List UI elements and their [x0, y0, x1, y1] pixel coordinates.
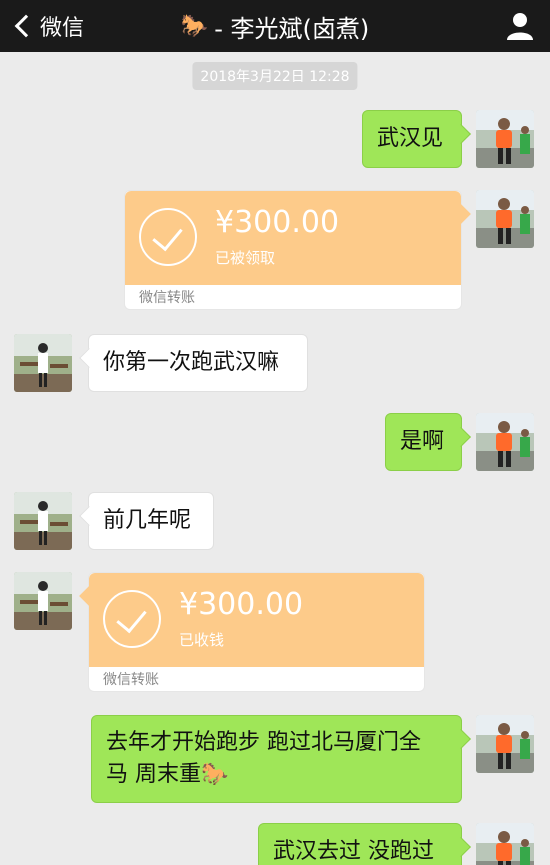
transfer-status: 已被领取 — [215, 249, 276, 267]
message-text: 武汉见 — [377, 126, 444, 152]
avatar-image — [476, 715, 534, 773]
self-avatar[interactable] — [476, 110, 534, 168]
chat-title: 🐎 - 李光斌(卤煮) — [0, 0, 550, 52]
horse-emoji: 🐎 — [180, 13, 209, 39]
friend-avatar[interactable] — [14, 492, 72, 550]
avatar-image — [476, 190, 534, 248]
avatar-image — [476, 823, 534, 865]
avatar-image — [14, 572, 72, 630]
avatar-image — [14, 334, 72, 392]
transfer-footer: 微信转账 — [103, 672, 159, 688]
message-bubble[interactable]: 你第一次跑武汉嘛 — [79, 334, 308, 392]
message-bubble[interactable]: 是啊 — [385, 413, 471, 471]
profile-button[interactable] — [504, 10, 536, 42]
friend-avatar[interactable] — [14, 572, 72, 630]
message-bubble[interactable]: 武汉见 — [362, 110, 471, 168]
person-icon — [507, 13, 533, 40]
self-avatar[interactable] — [476, 413, 534, 471]
message-bubble[interactable]: 去年才开始跑步 跑过北马厦门全 马 周末重🐎 — [91, 715, 471, 803]
self-avatar[interactable] — [476, 823, 534, 865]
transfer-card[interactable]: ¥300.00 已被领取 微信转账 — [124, 190, 471, 310]
message-text: 去年才开始跑步 跑过北马厦门全 马 周末重🐎 — [106, 727, 421, 791]
transfer-amount: ¥300.00 — [179, 587, 304, 622]
message-text: 是啊 — [400, 429, 445, 455]
transfer-status: 已收钱 — [179, 631, 225, 649]
horse-emoji: 🐎 — [201, 762, 229, 787]
checkmark-icon — [139, 208, 197, 266]
avatar-image — [476, 110, 534, 168]
message-bubble[interactable]: 前几年呢 — [79, 492, 214, 550]
self-avatar[interactable] — [476, 715, 534, 773]
chat-title-text: - 李光斌(卤煮) — [214, 14, 370, 43]
message-text: 前几年呢 — [103, 508, 192, 534]
transfer-card[interactable]: ¥300.00 已收钱 微信转账 — [79, 572, 425, 692]
message-line-1: 去年才开始跑步 跑过北马厦门全 — [106, 730, 421, 756]
avatar-image — [476, 413, 534, 471]
message-text: 你第一次跑武汉嘛 — [103, 350, 280, 376]
checkmark-icon — [103, 590, 161, 648]
message-line-2: 马 周末重 — [106, 762, 201, 787]
transfer-footer: 微信转账 — [139, 290, 195, 306]
message-text: 武汉去过 没跑过 — [273, 839, 434, 865]
friend-avatar[interactable] — [14, 334, 72, 392]
transfer-amount: ¥300.00 — [215, 205, 340, 240]
self-avatar[interactable] — [476, 190, 534, 248]
avatar-image — [14, 492, 72, 550]
message-bubble[interactable]: 武汉去过 没跑过 — [258, 823, 471, 865]
timestamp: 2018年3月22日 12:28 — [192, 62, 358, 90]
nav-bar: 微信 🐎 - 李光斌(卤煮) — [0, 0, 550, 52]
